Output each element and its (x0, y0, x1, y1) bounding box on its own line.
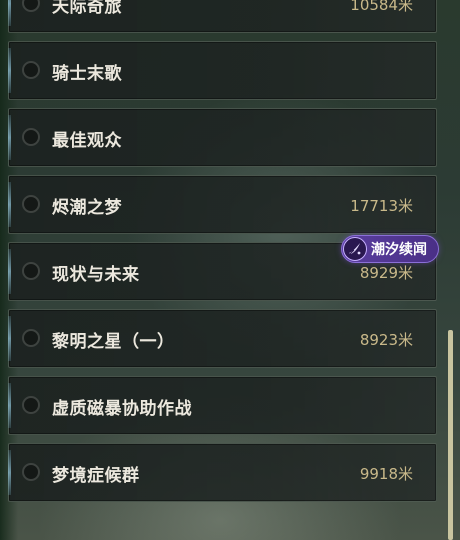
quest-title: 天际奇旅 (52, 0, 122, 17)
quest-distance: 9918米 (359, 465, 413, 483)
quest-row-1[interactable]: 骑士末歌 (8, 41, 437, 100)
quest-title: 现状与未来 (52, 265, 140, 285)
radio-icon[interactable] (22, 463, 40, 481)
quest-row-0[interactable]: 天际奇旅 10584米 (8, 0, 437, 33)
quest-list-screen: 天际奇旅 10584米 骑士末歌 最佳观众 烬潮之梦 17713米 现状与未来 … (0, 0, 460, 540)
quest-row-5[interactable]: 黎明之星（一） 8923米 (8, 309, 437, 368)
radio-icon[interactable] (22, 61, 40, 79)
quest-row-2[interactable]: 最佳观众 (8, 108, 437, 167)
quest-title: 虚质磁暴协助作战 (52, 399, 192, 419)
tidal-event-badge[interactable]: 潮汐续闻 (341, 235, 439, 263)
badge-label: 潮汐续闻 (371, 242, 427, 258)
radio-icon[interactable] (22, 0, 40, 12)
quest-title: 骑士末歌 (52, 64, 122, 84)
quest-title: 烬潮之梦 (52, 198, 122, 218)
scrollbar[interactable] (448, 330, 453, 540)
quest-distance: 8929米 (359, 264, 413, 282)
quest-distance: 8923米 (359, 331, 413, 349)
quest-title: 黎明之星（一） (52, 332, 175, 352)
quest-row-7[interactable]: 梦境症候群 9918米 (8, 443, 437, 502)
radio-icon[interactable] (22, 396, 40, 414)
tidal-feather-icon (343, 237, 367, 261)
radio-icon[interactable] (22, 195, 40, 213)
quest-title: 梦境症候群 (52, 466, 140, 486)
radio-icon[interactable] (22, 262, 40, 280)
quest-distance: 10584米 (350, 0, 413, 14)
quest-row-6[interactable]: 虚质磁暴协助作战 (8, 376, 437, 435)
quest-row-3[interactable]: 烬潮之梦 17713米 (8, 175, 437, 234)
quest-title: 最佳观众 (52, 131, 122, 151)
radio-icon[interactable] (22, 329, 40, 347)
radio-icon[interactable] (22, 128, 40, 146)
quest-distance: 17713米 (350, 197, 413, 215)
